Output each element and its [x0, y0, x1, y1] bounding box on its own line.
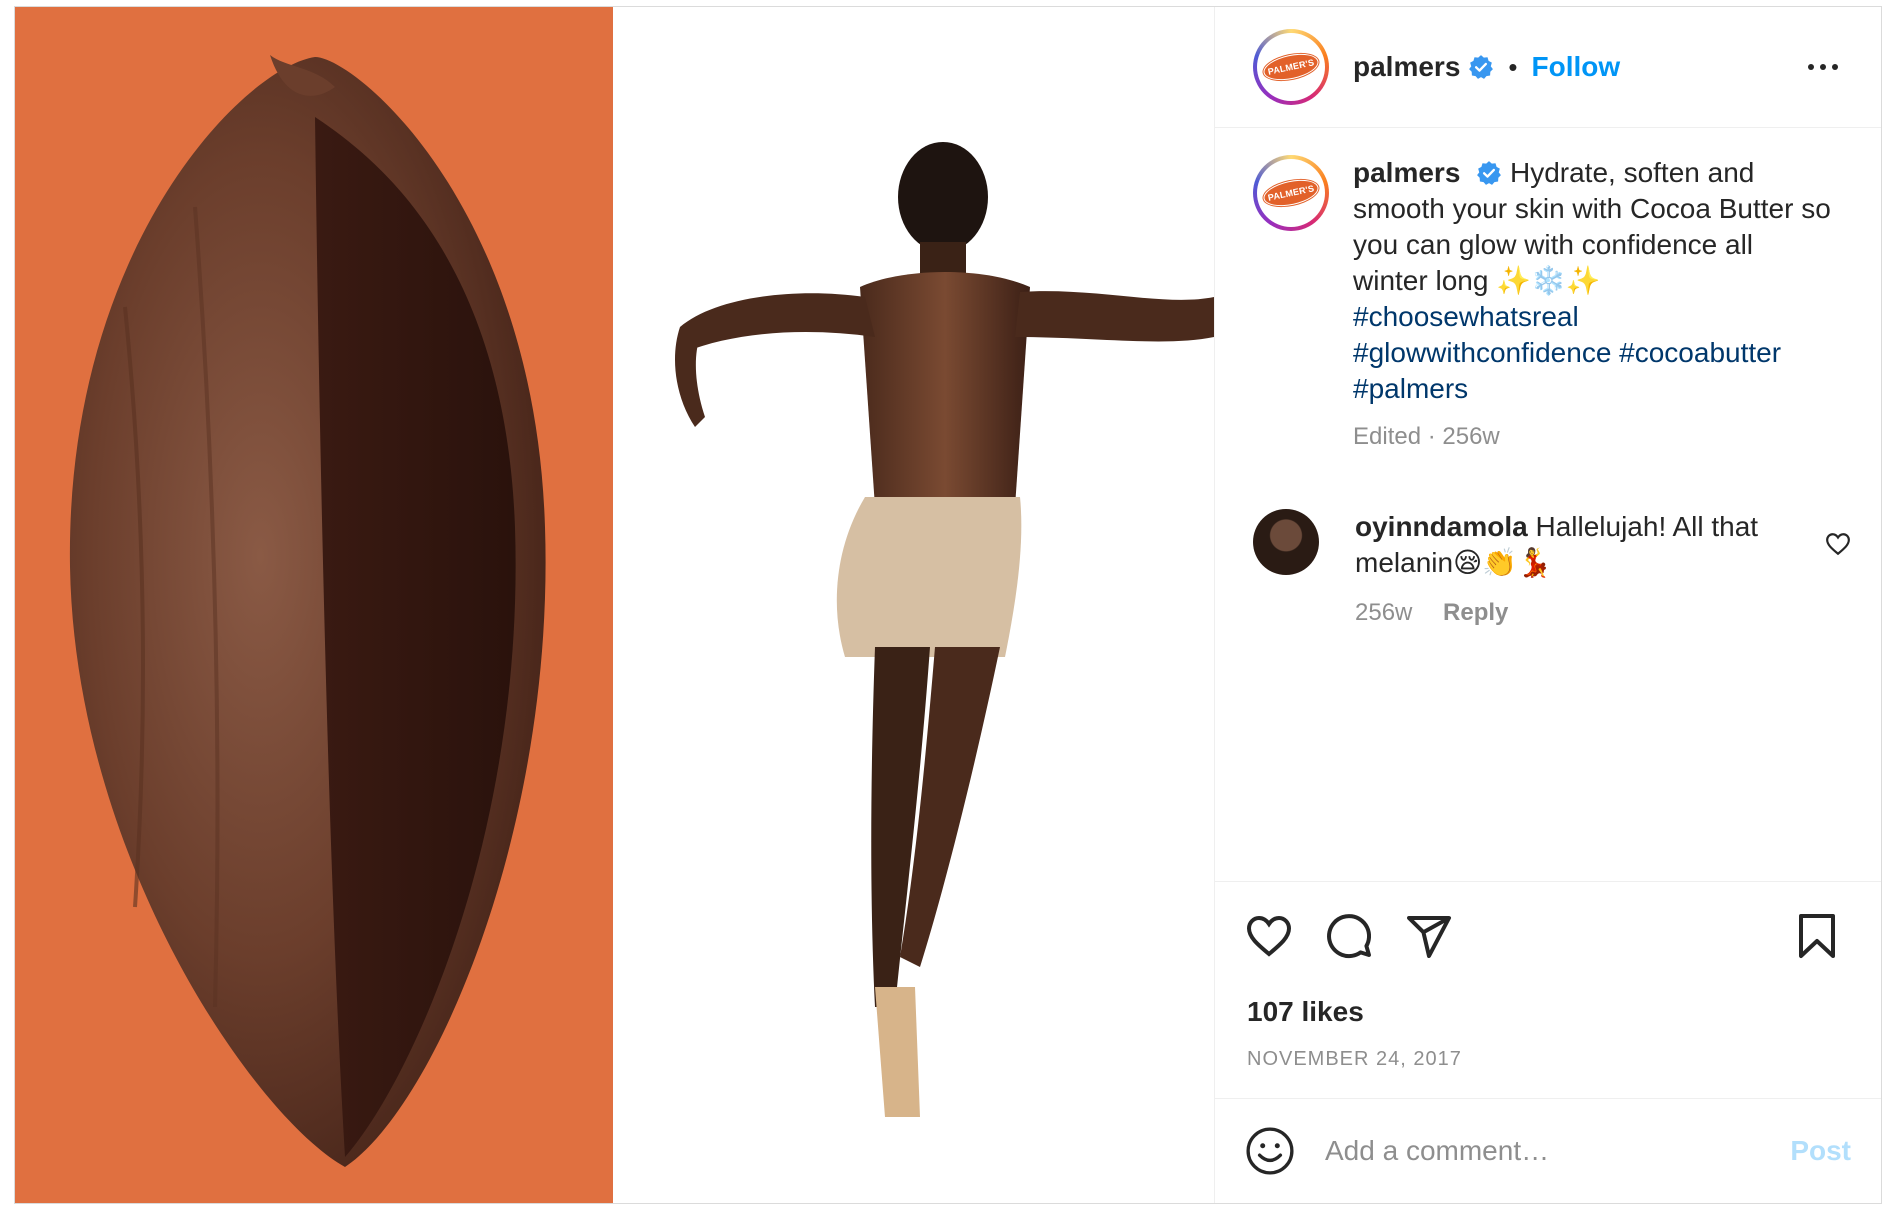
- post-actions-section: 107 likes NOVEMBER 24, 2017: [1215, 881, 1881, 1108]
- verified-badge-icon: [1469, 55, 1494, 79]
- separator-dot: •: [1508, 51, 1518, 82]
- heart-icon[interactable]: [1245, 912, 1293, 960]
- hashtag-link[interactable]: #palmers: [1353, 371, 1833, 407]
- hashtag-link[interactable]: #choosewhatsreal: [1353, 299, 1833, 335]
- post-image: [15, 7, 1214, 1203]
- verified-badge-icon: [1477, 161, 1502, 185]
- author-avatar[interactable]: PALMER'S: [1253, 29, 1329, 105]
- caption-username[interactable]: palmers: [1353, 157, 1460, 188]
- caption-hashtags: #choosewhatsreal #glowwithconfidence #co…: [1353, 299, 1833, 407]
- author-username[interactable]: palmers: [1353, 51, 1460, 83]
- instagram-post: PALMER'S palmers • Follow PALMER'S palme…: [14, 6, 1882, 1204]
- hashtag-link[interactable]: #glowwithconfidence #cocoabutter: [1353, 335, 1833, 371]
- post-sidebar: PALMER'S palmers • Follow PALMER'S palme…: [1214, 7, 1881, 1203]
- emoji-smile-icon[interactable]: [1245, 1126, 1295, 1176]
- post-date: NOVEMBER 24, 2017: [1247, 1048, 1462, 1070]
- commenter-avatar[interactable]: [1253, 509, 1319, 575]
- comment-item: oyinndamola Hallelujah! All that melanin…: [1253, 509, 1851, 631]
- comment-meta: 256w Reply: [1355, 595, 1785, 631]
- post-caption: PALMER'S palmers Hydrate, soften and smo…: [1239, 155, 1851, 455]
- comment-input[interactable]: [1323, 1134, 1757, 1168]
- reply-button[interactable]: Reply: [1443, 599, 1508, 626]
- bookmark-icon[interactable]: [1793, 912, 1841, 960]
- commenter-username[interactable]: oyinndamola: [1355, 511, 1528, 542]
- caption-meta: Edited · 256w: [1353, 423, 1500, 450]
- palmers-logo: PALMER'S: [1261, 175, 1321, 211]
- post-header: PALMER'S palmers • Follow: [1215, 7, 1881, 128]
- caption-body: palmers Hydrate, soften and smooth your …: [1353, 155, 1833, 455]
- post-media[interactable]: [15, 7, 1214, 1203]
- palmers-logo: PALMER'S: [1261, 49, 1321, 85]
- comment-bubble-icon[interactable]: [1325, 912, 1373, 960]
- follow-button[interactable]: Follow: [1532, 51, 1621, 83]
- comment-body: oyinndamola Hallelujah! All that melanin…: [1355, 509, 1785, 631]
- comment-like-heart-icon[interactable]: [1825, 531, 1851, 557]
- action-bar: [1245, 912, 1841, 962]
- more-horizontal-icon[interactable]: [1805, 49, 1841, 85]
- post-comment-button[interactable]: Post: [1790, 1135, 1851, 1167]
- comment-age: 256w: [1355, 599, 1413, 626]
- paper-plane-icon[interactable]: [1405, 912, 1453, 960]
- add-comment-bar: Post: [1215, 1098, 1881, 1203]
- caption-author-avatar[interactable]: PALMER'S: [1253, 155, 1329, 231]
- likes-count[interactable]: 107 likes: [1247, 996, 1364, 1028]
